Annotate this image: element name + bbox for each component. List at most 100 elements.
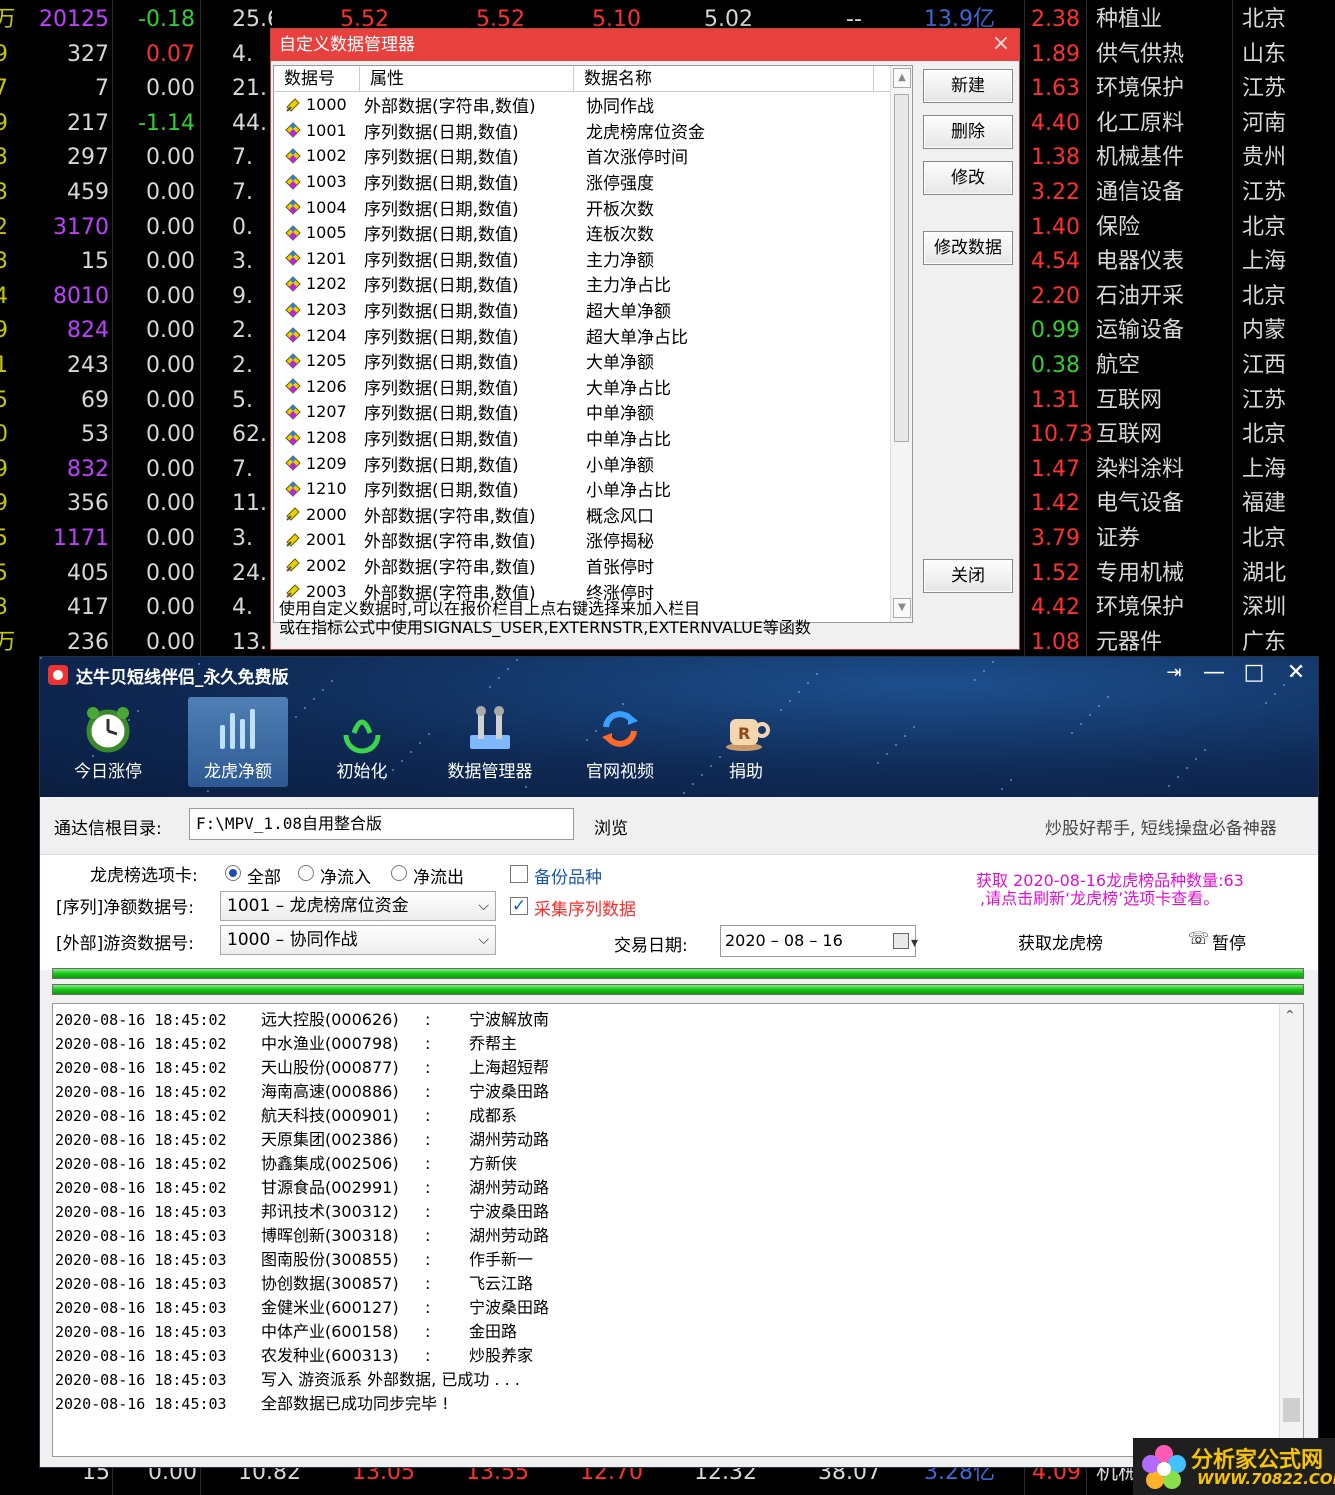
scroll-thumb[interactable] xyxy=(894,94,909,442)
log-branch: 湖州劳动路 xyxy=(469,1130,550,1149)
data-list-cell-num: 1204 xyxy=(306,325,347,345)
radio-net-outflow[interactable] xyxy=(391,865,407,881)
close-button[interactable]: 关闭 xyxy=(923,559,1013,593)
new-button[interactable]: 新建 xyxy=(923,69,1013,103)
tools-icon xyxy=(470,706,510,749)
calendar-icon[interactable] xyxy=(893,928,918,958)
data-list-row[interactable]: 1005 序列数据(日期,数值) 连板次数 xyxy=(274,220,912,246)
toolbar-today-limit-up[interactable]: 今日涨停 xyxy=(58,697,158,787)
backup-label[interactable]: 备份品种 xyxy=(534,863,602,888)
data-list-cell-attr: 序列数据(日期,数值) xyxy=(364,122,519,143)
quote-cell-pct: 4.54 xyxy=(1031,249,1080,275)
data-list-row[interactable]: 1202 序列数据(日期,数值) 主力净占比 xyxy=(274,271,912,297)
data-list-row[interactable]: 1000 外部数据(字符串,数值) 协同作战 xyxy=(274,92,912,118)
fetch-button[interactable]: 获取龙虎榜 xyxy=(1018,929,1103,954)
data-list-row[interactable]: 1203 序列数据(日期,数值) 超大单净额 xyxy=(274,297,912,323)
data-list-row[interactable]: 1204 序列数据(日期,数值) 超大单净占比 xyxy=(274,322,912,348)
data-list-cell-name: 开板次数 xyxy=(586,199,654,220)
scroll-down-icon[interactable]: ▼ xyxy=(893,598,911,618)
column-header-attribute[interactable]: 属性 xyxy=(360,66,574,91)
path-input[interactable]: F:\MPV_1.08自用整合版 xyxy=(189,808,574,840)
scroll-up-icon[interactable]: ⌃ xyxy=(1284,1008,1296,1024)
browse-button[interactable]: 浏览 xyxy=(594,814,628,839)
collect-seq-checkbox[interactable]: ✓ xyxy=(510,897,528,915)
data-list-row[interactable]: 1205 序列数据(日期,数值) 大单净额 xyxy=(274,348,912,374)
dialog-close-icon[interactable]: × xyxy=(991,29,1011,61)
backup-checkbox[interactable] xyxy=(510,865,528,883)
maximize-icon[interactable]: □ xyxy=(1234,657,1274,691)
scroll-up-icon[interactable]: ▲ xyxy=(893,68,911,88)
pause-button[interactable]: 暂停 xyxy=(1212,929,1246,954)
quote-cell-region: 江苏 xyxy=(1242,76,1287,102)
minimize-icon[interactable]: — xyxy=(1194,657,1234,691)
data-list-row[interactable]: 1003 序列数据(日期,数值) 涨停强度 xyxy=(274,169,912,195)
pin-icon[interactable]: ⇥ xyxy=(1154,657,1194,691)
sync-log[interactable]: 2020-08-16 18:45:02 远大控股(000626): 宁波解放南 202… xyxy=(52,1003,1304,1457)
quote-cell-region: 江西 xyxy=(1242,353,1287,378)
quote-cell-price: 9. xyxy=(232,283,253,309)
radio-all[interactable] xyxy=(225,865,241,881)
data-list-row[interactable]: 1210 序列数据(日期,数值) 小单净占比 xyxy=(274,476,912,502)
quote-cell-industry: 专用机械 xyxy=(1096,560,1185,586)
ext-data-select[interactable]: 1000 – 协同作战 ⌵ xyxy=(220,925,496,955)
delete-button[interactable]: 删除 xyxy=(923,115,1013,149)
data-list-row[interactable]: 2002 外部数据(字符串,数值) 首张停时 xyxy=(274,553,912,579)
data-list[interactable]: 数据号 属性 数据名称 1000 外部数据(字符串,数值) 协同作战 1001 序列数据… xyxy=(273,65,913,623)
data-list-cell-name: 大单净额 xyxy=(586,353,654,374)
column-header-number[interactable]: 数据号 xyxy=(274,66,360,91)
scroll-thumb[interactable] xyxy=(1283,1398,1300,1422)
data-list-row[interactable]: 1206 序列数据(日期,数值) 大单净占比 xyxy=(274,374,912,400)
log-row: 2020-08-16 18:45:02 航天科技(000901): 成都系 xyxy=(53,1104,1303,1128)
radio-net-outflow-label[interactable]: 净流出 xyxy=(413,863,464,888)
data-list-cell-name: 首次涨停时间 xyxy=(586,148,688,169)
radio-net-inflow[interactable] xyxy=(298,865,314,881)
star-decoration xyxy=(1089,714,1091,716)
log-stock: 中体产业(600158) xyxy=(261,1322,399,1341)
data-list-row[interactable]: 2001 外部数据(字符串,数值) 涨停揭秘 xyxy=(274,527,912,553)
data-list-row[interactable]: 1001 序列数据(日期,数值) 龙虎榜席位资金 xyxy=(274,118,912,144)
log-stock: 全部数据已成功同步完毕 ! xyxy=(261,1394,449,1413)
data-list-scrollbar[interactable]: ▲ ▼ xyxy=(890,66,912,622)
seq-data-label: [序列]净额数据号: xyxy=(56,898,194,918)
seq-data-select[interactable]: 1001 – 龙虎榜席位资金 ⌵ xyxy=(220,891,496,921)
data-list-row[interactable]: 1208 序列数据(日期,数值) 中单净占比 xyxy=(274,425,912,451)
radio-net-inflow-label[interactable]: 净流入 xyxy=(320,863,371,888)
log-row: 2020-08-16 18:45:02 甘源食品(002991): 湖州劳动路 xyxy=(53,1176,1303,1200)
data-list-row[interactable]: 2000 外部数据(字符串,数值) 概念风口 xyxy=(274,502,912,528)
quote-cell-region: 江苏 xyxy=(1242,180,1287,205)
data-list-row[interactable]: 1207 序列数据(日期,数值) 中单净额 xyxy=(274,399,912,425)
modify-button[interactable]: 修改 xyxy=(923,161,1013,195)
quote-cell-price: 11. xyxy=(232,491,267,517)
modify-data-button[interactable]: 修改数据 xyxy=(923,231,1013,265)
trade-date-picker[interactable]: 2020 – 08 – 16 xyxy=(720,925,918,958)
data-list-row[interactable]: 1004 序列数据(日期,数值) 开板次数 xyxy=(274,194,912,220)
log-time: 2020-08-16 18:45:02 xyxy=(55,1059,227,1077)
log-branch: 作手新一 xyxy=(469,1250,534,1269)
quote-cell-pct: 1.08 xyxy=(1031,629,1080,655)
toolbar-official-video[interactable]: 官网视频 xyxy=(570,697,670,787)
toolbar-initialize[interactable]: 初始化 xyxy=(312,697,412,787)
collect-seq-label[interactable]: 采集序列数据 xyxy=(534,895,636,920)
phone-icon[interactable]: ☏ xyxy=(1188,929,1209,949)
star-decoration xyxy=(1195,758,1197,760)
dialog-title-bar[interactable]: 自定义数据管理器 × xyxy=(271,29,1019,61)
toolbar-label: 数据管理器 xyxy=(447,762,533,782)
column-header-name[interactable]: 数据名称 xyxy=(574,66,874,91)
toolbar-dragon-tiger-net[interactable]: 龙虎净额 xyxy=(188,697,288,787)
quote-cell-region: 福建 xyxy=(1242,491,1287,517)
data-list-row[interactable]: 1002 序列数据(日期,数值) 首次涨停时间 xyxy=(274,143,912,169)
log-stock: 远大控股(000626) xyxy=(261,1010,399,1029)
toolbar-data-manager[interactable]: 数据管理器 xyxy=(438,697,542,787)
data-list-row[interactable]: 1209 序列数据(日期,数值) 小单净额 xyxy=(274,450,912,476)
quote-cell-industry: 证券 xyxy=(1096,526,1141,551)
log-time: 2020-08-16 18:45:03 xyxy=(55,1251,227,1269)
radio-all-label[interactable]: 全部 xyxy=(247,863,281,888)
external-data-icon xyxy=(286,558,300,573)
close-icon[interactable]: ✕ xyxy=(1276,657,1316,691)
data-list-row[interactable]: 1201 序列数据(日期,数值) 主力净额 xyxy=(274,246,912,272)
quote-cell-price: 3. xyxy=(232,526,253,551)
toolbar-donate[interactable]: R 捐助 xyxy=(696,697,796,787)
log-scrollbar[interactable]: ⌃ xyxy=(1279,1004,1303,1456)
alarm-clock-icon xyxy=(86,707,130,753)
data-list-cell-name: 中单净额 xyxy=(586,404,654,425)
